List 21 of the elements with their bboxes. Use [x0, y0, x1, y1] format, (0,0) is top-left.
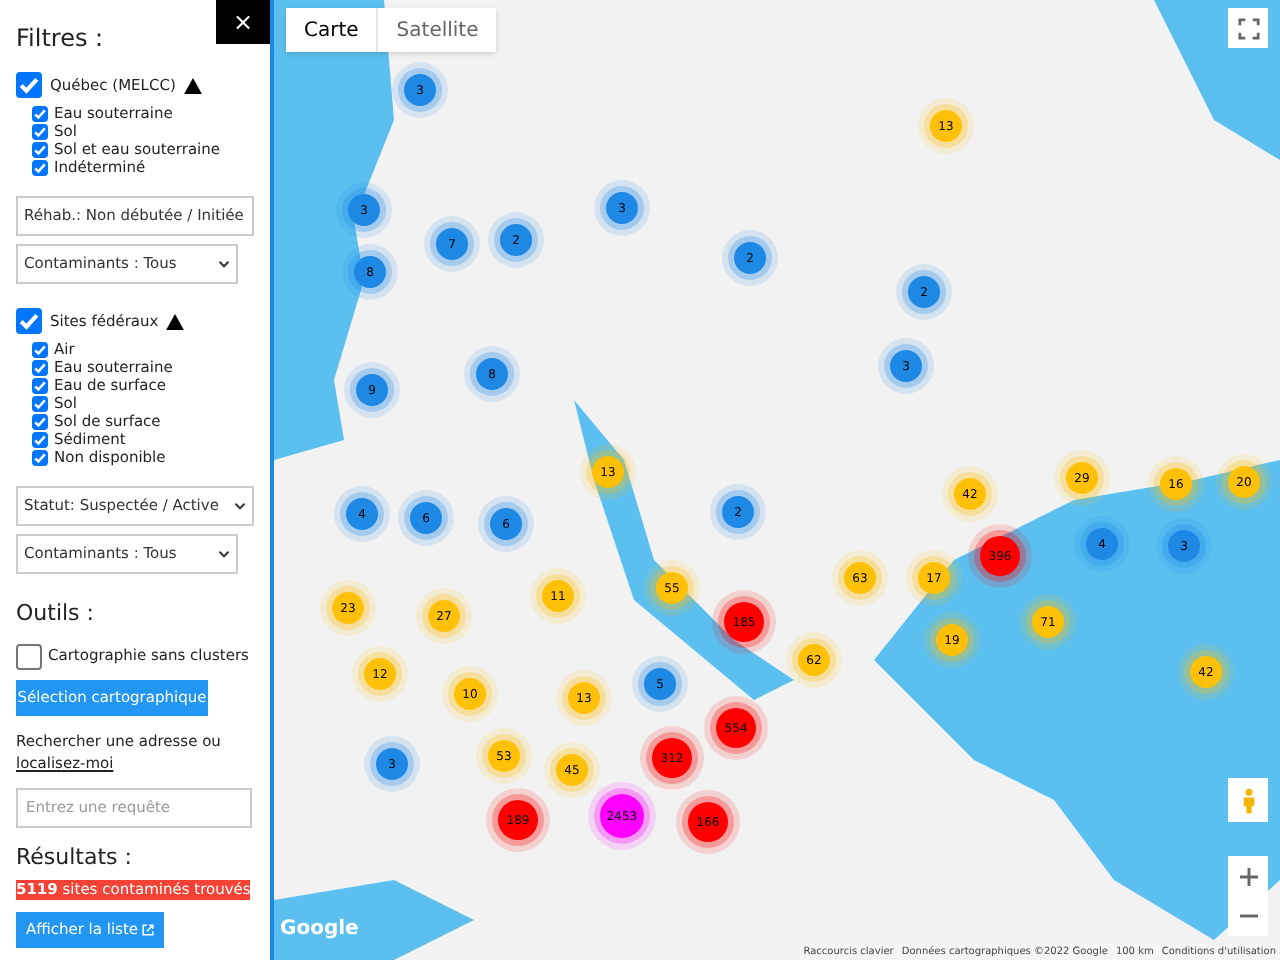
checkbox[interactable]	[16, 72, 42, 98]
checkbox[interactable]	[16, 308, 42, 334]
map-type-tab[interactable]: Carte	[286, 8, 377, 52]
close-button[interactable]: ×	[216, 0, 270, 44]
fullscreen-button[interactable]	[1228, 8, 1268, 48]
triangle-icon	[166, 313, 185, 329]
triangle-icon	[183, 77, 202, 93]
chevron-icon	[234, 502, 246, 510]
person-icon	[1241, 787, 1255, 813]
chevron-icon	[218, 260, 230, 268]
chevron-icon	[218, 550, 230, 558]
checkbox[interactable]	[16, 643, 42, 669]
section-title: Résultats :	[16, 841, 132, 873]
plus-icon	[1239, 867, 1257, 885]
section-title: Outils :	[16, 598, 94, 630]
sidebar-title: Filtres :	[16, 22, 104, 56]
map-logo: Google	[280, 916, 359, 944]
map-type-tab[interactable]: Satellite	[376, 8, 497, 52]
fullscreen-icon	[1237, 17, 1259, 39]
minus-icon	[1239, 914, 1257, 918]
external-link-icon	[142, 924, 155, 936]
